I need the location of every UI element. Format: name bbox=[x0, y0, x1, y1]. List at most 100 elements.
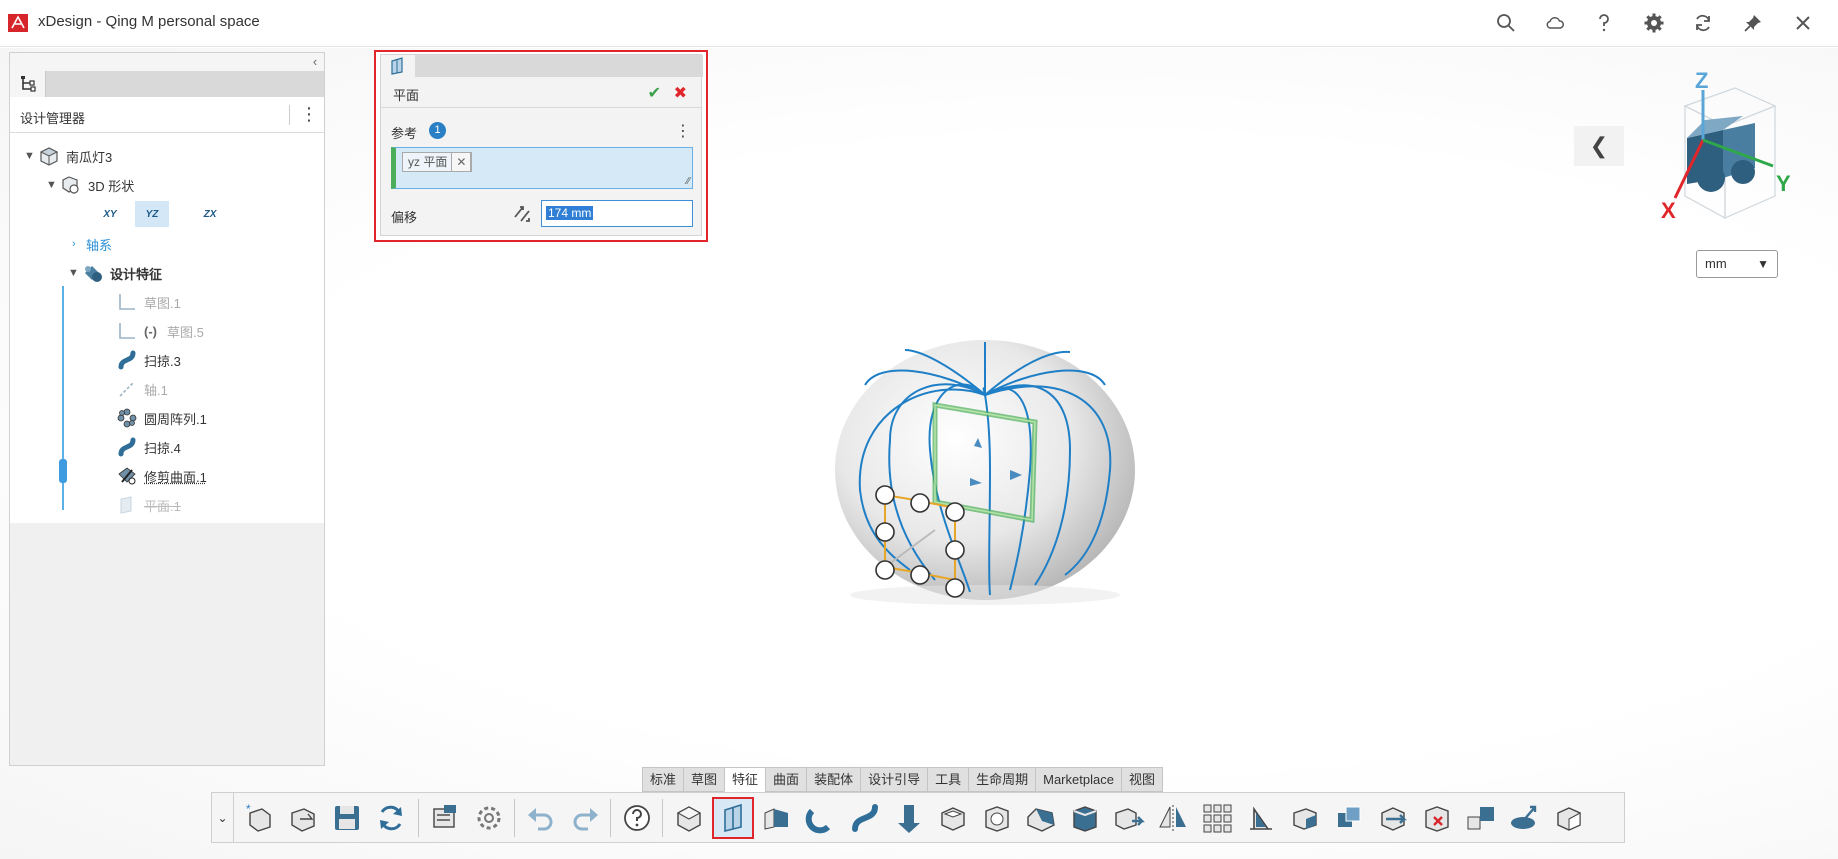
extrude-cut-button[interactable] bbox=[756, 797, 798, 839]
pin-icon[interactable] bbox=[1740, 10, 1766, 36]
tree-node-feature[interactable]: 草图.1 bbox=[116, 290, 181, 314]
revolve-button[interactable] bbox=[800, 797, 842, 839]
help-icon[interactable] bbox=[1591, 10, 1617, 36]
chevron-right-icon[interactable]: › bbox=[72, 238, 86, 250]
remove-reference-icon[interactable]: ✕ bbox=[451, 152, 472, 172]
yz-plane-button[interactable]: YZ bbox=[135, 201, 169, 227]
undo-button[interactable] bbox=[520, 797, 562, 839]
expand-caret-icon[interactable]: ▼ bbox=[24, 150, 38, 162]
undo-icon bbox=[528, 808, 553, 831]
pattern-button[interactable] bbox=[1196, 797, 1238, 839]
tab-standard[interactable]: 标准 bbox=[642, 767, 684, 792]
split-icon bbox=[1381, 807, 1407, 831]
tab-features[interactable]: 特征 bbox=[724, 767, 766, 792]
tab-surfaces[interactable]: 曲面 bbox=[765, 767, 807, 792]
more-options-icon[interactable]: ⋮ bbox=[675, 121, 691, 141]
settings-button[interactable] bbox=[468, 797, 510, 839]
collapse-panel-button[interactable]: ‹ bbox=[308, 55, 322, 69]
z-axis-label: Z bbox=[1695, 68, 1708, 93]
fillet-button[interactable] bbox=[1064, 797, 1106, 839]
chamfer-button[interactable] bbox=[1020, 797, 1062, 839]
tree-node-label: 3D 形状 bbox=[88, 178, 135, 194]
panel-header: 设计管理器 ⋮ bbox=[10, 97, 324, 133]
split-button[interactable] bbox=[1372, 797, 1414, 839]
tab-plane[interactable] bbox=[381, 55, 415, 77]
tab-tools[interactable]: 工具 bbox=[927, 767, 969, 792]
view-cube[interactable]: Z X Y bbox=[1655, 68, 1805, 228]
refresh-icon[interactable] bbox=[1690, 10, 1716, 36]
tree-node-3d-shape[interactable]: ▼ 3D 形状 bbox=[46, 173, 134, 197]
tree-node-prefix: (-) bbox=[144, 323, 157, 339]
tree-node-feature[interactable]: 轴.1 bbox=[116, 377, 168, 401]
tree-node-feature-rolled-back[interactable]: 平面.1 bbox=[116, 493, 181, 517]
chevron-left-icon: ❮ bbox=[1589, 133, 1609, 158]
tree-node-axes[interactable]: › 轴系 bbox=[72, 232, 112, 256]
sweep-button[interactable] bbox=[844, 797, 886, 839]
axis-icon bbox=[116, 379, 138, 399]
plane-icon bbox=[116, 495, 138, 515]
command-toolbar: ⌄ * bbox=[211, 792, 1625, 843]
tree-node-design-features[interactable]: ▼ 设计特征 bbox=[68, 261, 162, 285]
tab-marketplace[interactable]: Marketplace bbox=[1035, 767, 1121, 792]
shell-button[interactable] bbox=[932, 797, 974, 839]
search-icon[interactable] bbox=[1493, 10, 1519, 36]
settings-icon[interactable] bbox=[1641, 10, 1667, 36]
pumpkin-model[interactable] bbox=[820, 330, 1140, 630]
help-button[interactable] bbox=[616, 797, 658, 839]
new-button[interactable]: * bbox=[238, 797, 280, 839]
cloud-icon[interactable] bbox=[1542, 10, 1568, 36]
tree-node-feature[interactable]: 圆周阵列.1 bbox=[116, 406, 207, 430]
tree-node-label: 轴系 bbox=[86, 237, 113, 253]
combine-button[interactable] bbox=[1328, 797, 1370, 839]
tree-node-feature[interactable]: 扫掠.3 bbox=[116, 348, 181, 372]
zx-plane-button[interactable]: ZX bbox=[193, 201, 227, 227]
mirror-button[interactable] bbox=[1152, 797, 1194, 839]
expand-caret-icon[interactable]: ▼ bbox=[68, 267, 82, 279]
expand-caret-icon[interactable]: ▼ bbox=[46, 179, 60, 191]
tree-node-feature[interactable]: (-) 草图.5 bbox=[116, 319, 204, 343]
rollback-bar-handle[interactable] bbox=[59, 459, 67, 483]
tab-lifecycle[interactable]: 生命周期 bbox=[968, 767, 1036, 792]
plane-tool-button[interactable] bbox=[712, 797, 754, 839]
save-button[interactable] bbox=[326, 797, 368, 839]
delete-body-button[interactable] bbox=[1416, 797, 1458, 839]
tree-node-feature[interactable]: 扫掠.4 bbox=[116, 435, 181, 459]
confirm-check-icon[interactable]: ✔ bbox=[648, 83, 661, 103]
offset-input[interactable]: 174 mm bbox=[541, 200, 693, 227]
y-axis-label: Y bbox=[1776, 171, 1791, 196]
resize-handle-icon[interactable]: ∕∕ bbox=[687, 176, 690, 187]
body-button[interactable] bbox=[1548, 797, 1590, 839]
window-title: xDesign - Qing M personal space bbox=[38, 13, 260, 30]
flip-direction-icon[interactable] bbox=[511, 203, 533, 225]
toolbar-collapse-button[interactable]: ⌄ bbox=[212, 793, 234, 842]
xy-plane-button[interactable]: XY bbox=[93, 201, 127, 227]
tree-node-root[interactable]: ▼ 南瓜灯3 bbox=[24, 144, 112, 168]
measure-button[interactable] bbox=[1504, 797, 1546, 839]
tab-design-tree[interactable] bbox=[10, 71, 46, 97]
tab-view[interactable]: 视图 bbox=[1120, 767, 1163, 792]
more-options-icon[interactable]: ⋮ bbox=[300, 105, 318, 125]
close-icon[interactable] bbox=[1790, 10, 1816, 36]
rib-button[interactable] bbox=[1240, 797, 1282, 839]
collapse-view-panel-button[interactable]: ❮ bbox=[1574, 126, 1624, 166]
rebuild-button[interactable] bbox=[370, 797, 412, 839]
cancel-close-icon[interactable]: ✖ bbox=[674, 83, 687, 103]
draft-button[interactable] bbox=[1284, 797, 1326, 839]
save-icon bbox=[335, 806, 359, 830]
tab-sketch[interactable]: 草图 bbox=[683, 767, 725, 792]
extrude-button[interactable] bbox=[668, 797, 710, 839]
open-button[interactable] bbox=[282, 797, 324, 839]
options-button[interactable] bbox=[424, 797, 466, 839]
tree-node-feature-active[interactable]: 修剪曲面.1 bbox=[116, 464, 207, 488]
redo-button[interactable] bbox=[564, 797, 606, 839]
dialog-title: 平面 bbox=[393, 88, 420, 103]
move-body-button[interactable] bbox=[1460, 797, 1502, 839]
hole-button[interactable] bbox=[976, 797, 1018, 839]
rib-icon bbox=[1250, 806, 1272, 830]
tab-assembly[interactable]: 装配体 bbox=[806, 767, 861, 792]
move-face-button[interactable] bbox=[1108, 797, 1150, 839]
tab-design-guidance[interactable]: 设计引导 bbox=[860, 767, 928, 792]
unit-selector[interactable]: mm ▼ bbox=[1696, 250, 1778, 278]
reference-selection-box[interactable]: yz 平面 ✕ ∕∕ bbox=[391, 147, 693, 189]
boss-button[interactable] bbox=[888, 797, 930, 839]
